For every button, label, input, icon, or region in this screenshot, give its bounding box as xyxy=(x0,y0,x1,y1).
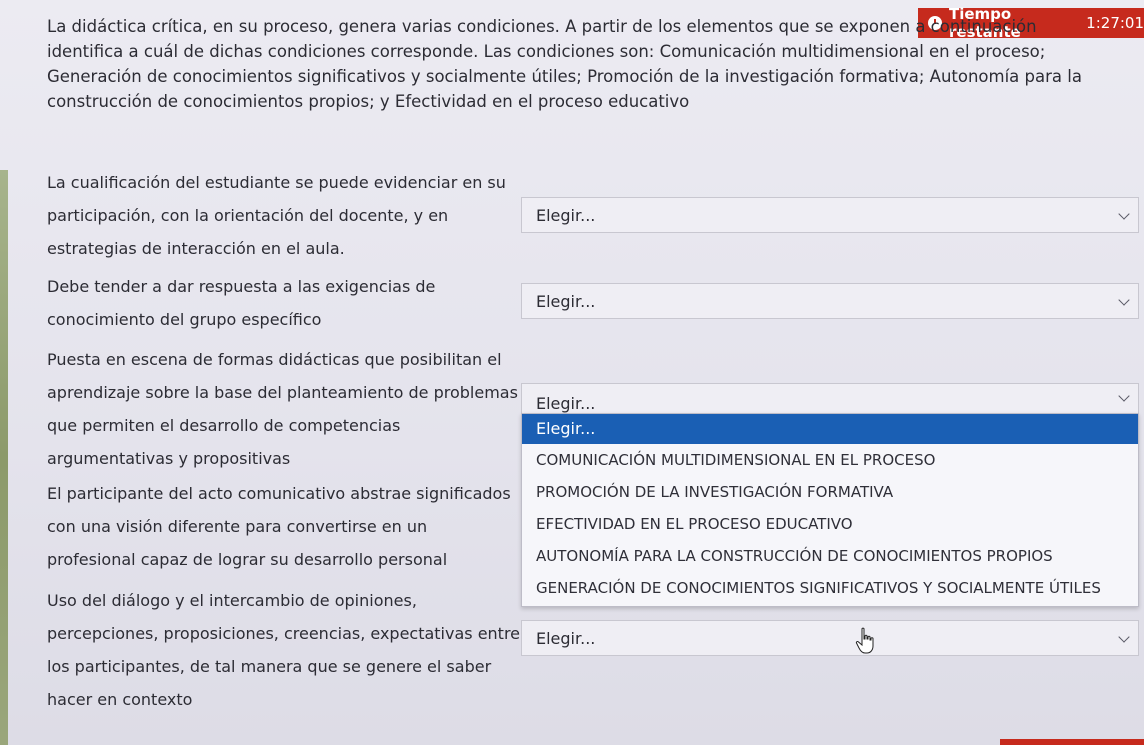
item-3-select-value: Elegir... xyxy=(536,393,596,413)
item-4-text: El participante del acto comunicativo ab… xyxy=(47,477,517,576)
item-4-line-3: profesional capaz de lograr su desarroll… xyxy=(47,550,448,569)
chevron-down-icon xyxy=(1118,390,1130,402)
item-2-text: Debe tender a dar respuesta a las exigen… xyxy=(47,270,517,336)
item-1-line-1: La cualificación del estudiante se puede… xyxy=(47,173,506,192)
item-3-line-1: Puesta en escena de formas didácticas qu… xyxy=(47,350,502,369)
item-5-select[interactable]: Elegir... xyxy=(521,620,1139,656)
background-strip xyxy=(0,170,8,745)
dropdown-option-autonomia[interactable]: AUTONOMÍA PARA LA CONSTRUCCIÓN DE CONOCI… xyxy=(522,540,1138,572)
item-2-select[interactable]: Elegir... xyxy=(521,283,1139,319)
dropdown-option-promocion[interactable]: PROMOCIÓN DE LA INVESTIGACIÓN FORMATIVA xyxy=(522,476,1138,508)
quiz-page: Tiempo restante 1:27:01 La didáctica crí… xyxy=(0,0,1144,745)
item-3-line-2: aprendizaje sobre la base del planteamie… xyxy=(47,383,518,402)
item-5-line-1: Uso del diálogo y el intercambio de opin… xyxy=(47,591,417,610)
dropdown-option-generacion[interactable]: GENERACIÓN DE CONOCIMIENTOS SIGNIFICATIV… xyxy=(522,572,1138,604)
item-1-select-value: Elegir... xyxy=(536,205,596,225)
item-3-select-open[interactable]: Elegir... xyxy=(521,383,1139,415)
chevron-down-icon xyxy=(1118,631,1130,643)
item-2-line-1: Debe tender a dar respuesta a las exigen… xyxy=(47,277,436,296)
item-1-text: La cualificación del estudiante se puede… xyxy=(47,166,517,265)
item-1-select[interactable]: Elegir... xyxy=(521,197,1139,233)
item-5-line-2: percepciones, proposiciones, creencias, … xyxy=(47,624,521,643)
item-4-line-1: El participante del acto comunicativo ab… xyxy=(47,484,511,503)
item-2-line-2: conocimiento del grupo específico xyxy=(47,310,322,329)
question-instructions: La didáctica crítica, en su proceso, gen… xyxy=(47,17,1082,111)
item-5-line-4: hacer en contexto xyxy=(47,690,193,709)
chevron-down-icon xyxy=(1118,294,1130,306)
dropdown-options-list: Elegir... COMUNICACIÓN MULTIDIMENSIONAL … xyxy=(521,413,1139,607)
item-5-select-value: Elegir... xyxy=(536,628,596,648)
item-1-line-2: participación, con la orientación del do… xyxy=(47,206,449,225)
item-2-select-value: Elegir... xyxy=(536,291,596,311)
item-3-text: Puesta en escena de formas didácticas qu… xyxy=(47,343,518,475)
dropdown-option-comunicacion[interactable]: COMUNICACIÓN MULTIDIMENSIONAL EN EL PROC… xyxy=(522,444,1138,476)
dropdown-option-efectividad[interactable]: EFECTIVIDAD EN EL PROCESO EDUCATIVO xyxy=(522,508,1138,540)
item-4-line-2: con una visión diferente para convertirs… xyxy=(47,517,428,536)
dropdown-option-elegir[interactable]: Elegir... xyxy=(522,414,1138,444)
bottom-accent-bar xyxy=(1000,739,1144,745)
item-5-text: Uso del diálogo y el intercambio de opin… xyxy=(47,584,521,716)
chevron-down-icon xyxy=(1118,208,1130,220)
item-3-line-3: que permiten el desarrollo de competenci… xyxy=(47,416,401,435)
item-1-line-3: estrategias de interacción en el aula. xyxy=(47,239,345,258)
item-5-line-3: los participantes, de tal manera que se … xyxy=(47,657,492,676)
hand-pointer-icon xyxy=(855,627,874,654)
item-3-line-4: argumentativas y propositivas xyxy=(47,449,291,468)
